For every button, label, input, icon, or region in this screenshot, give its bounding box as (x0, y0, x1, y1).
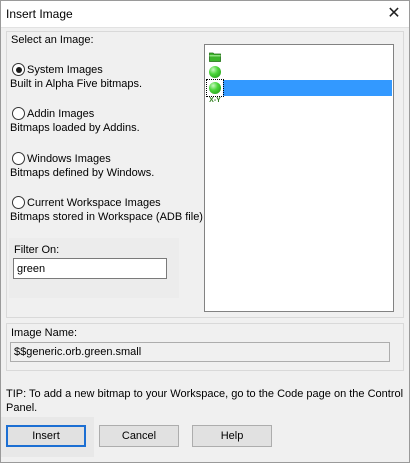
green-orb-icon (207, 64, 223, 80)
image-name-label: Image Name: (11, 327, 78, 339)
radio-label: System Images (27, 63, 103, 76)
radio-button[interactable] (12, 152, 25, 165)
list-item[interactable] (207, 64, 392, 80)
insert-image-dialog: Insert Image ✕ Select an Image: System I… (0, 0, 410, 463)
radio-addin-images[interactable]: Addin Images (12, 107, 94, 120)
xy-text-icon: X-Y (207, 96, 223, 106)
list-item[interactable] (207, 48, 392, 64)
radio-windows-images[interactable]: Windows Images (12, 152, 111, 165)
image-list[interactable]: X-Y (204, 44, 394, 312)
radio-button-checked[interactable] (12, 63, 25, 76)
insert-button[interactable]: Insert (6, 425, 86, 447)
green-folder-icon (207, 48, 223, 64)
filter-input[interactable] (13, 258, 167, 279)
radio-button[interactable] (12, 107, 25, 120)
radio-label: Current Workspace Images (27, 196, 161, 209)
radio-label: Addin Images (27, 107, 95, 120)
green-orb-small-icon (206, 79, 224, 97)
help-button-label: Help (220, 430, 244, 442)
image-name-group: Image Name: (6, 323, 404, 371)
title-bar: Insert Image ✕ (1, 1, 409, 28)
radio-workspace-images[interactable]: Current Workspace Images (12, 196, 161, 209)
help-button[interactable]: Help (192, 425, 272, 447)
radio-description: Bitmaps loaded by Addins. (10, 122, 140, 134)
filter-panel: Filter On: (9, 238, 179, 298)
radio-description: Built in Alpha Five bitmaps. (10, 78, 143, 90)
list-item-selected[interactable] (206, 79, 392, 97)
radio-label: Windows Images (27, 152, 111, 165)
image-name-field[interactable] (10, 342, 390, 362)
xy-label: X-Y (209, 97, 221, 104)
radio-description: Bitmaps defined by Windows. (10, 167, 155, 179)
radio-button[interactable] (12, 196, 25, 209)
cancel-button[interactable]: Cancel (99, 425, 179, 447)
radio-system-images[interactable]: System Images (12, 63, 103, 76)
select-image-label: Select an Image: (11, 34, 94, 46)
select-image-group: Select an Image: System Images Built in … (6, 31, 404, 318)
radio-description: Bitmaps stored in Workspace (ADB file). (10, 211, 207, 223)
filter-label: Filter On: (14, 244, 60, 256)
tip-text: TIP: To add a new bitmap to your Workspa… (6, 388, 404, 414)
list-item[interactable]: X-Y (207, 96, 392, 106)
insert-button-label: Insert (32, 430, 60, 442)
cancel-button-label: Cancel (121, 430, 157, 442)
window-title: Insert Image (6, 7, 73, 21)
close-icon[interactable]: ✕ (385, 5, 403, 23)
